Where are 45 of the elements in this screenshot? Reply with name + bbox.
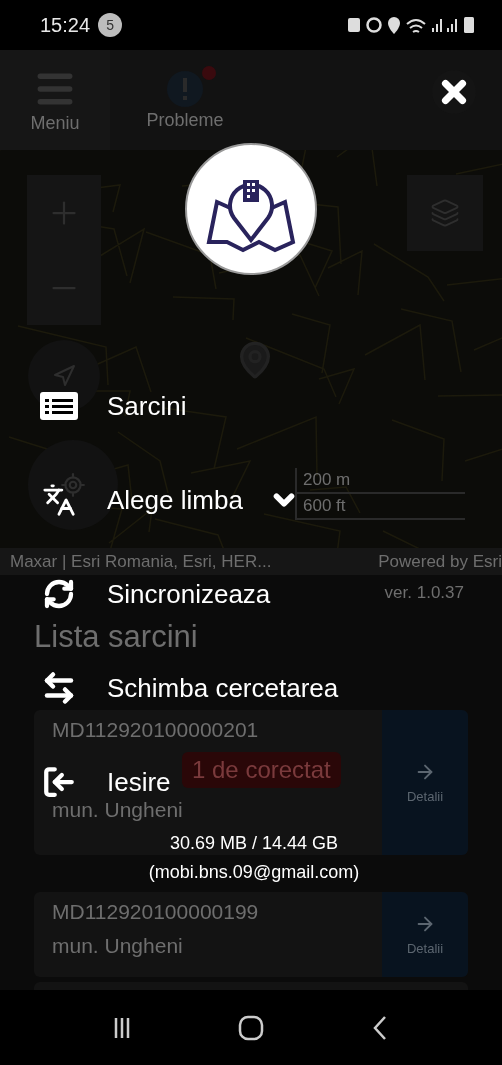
menu-tab[interactable]: Meniu	[0, 50, 110, 150]
home-icon[interactable]	[238, 1014, 264, 1041]
alarm-icon	[366, 17, 382, 33]
menu-item[interactable]: Alege limba	[38, 483, 243, 517]
task-address: mun. Ungheni	[52, 934, 183, 958]
signal-icon	[432, 18, 458, 32]
version-text: ver. 1.0.37	[384, 583, 464, 604]
details-button[interactable]: Detalii	[382, 892, 468, 977]
menu-item[interactable]: Sincronizeaza	[38, 578, 271, 610]
alert-icon	[166, 69, 204, 108]
compass-icon[interactable]	[52, 364, 76, 388]
details-button[interactable]: Detalii	[382, 710, 468, 855]
scale-imperial: 600 ft	[302, 495, 347, 517]
list-title: Lista sarcini	[34, 619, 199, 655]
problems-tab[interactable]: Probleme	[110, 50, 260, 150]
problems-label: Probleme	[146, 109, 224, 131]
sync-icon	[43, 578, 75, 610]
battery-icon	[464, 17, 474, 33]
task-code: MD112920100000199	[52, 900, 259, 924]
account-email: (mobi.bns.09@gmail.com)	[148, 862, 360, 883]
exit-icon	[42, 765, 76, 799]
translate-icon	[42, 483, 76, 517]
menu-label: Meniu	[30, 112, 80, 134]
scale-metric: 200 m	[297, 468, 465, 494]
notification-dot	[202, 65, 216, 80]
layers-icon[interactable]	[430, 198, 460, 228]
menu-item[interactable]: Schimba cercetarea	[38, 670, 339, 706]
menu-item[interactable]: Iesire	[38, 765, 171, 799]
task-code: MD112920100000201	[52, 718, 259, 742]
notification-count: 5	[98, 13, 123, 37]
task-address: mun. Ungheni	[52, 798, 183, 822]
card-icon	[348, 18, 360, 32]
menu-item[interactable]: Sarcini	[38, 390, 187, 422]
map-attribution: Maxar | Esri Romania, Esri, HER...	[10, 551, 272, 572]
storage-usage: 30.69 MB / 14.44 GB	[169, 833, 339, 854]
task-card[interactable]: MD112920100000199 mun. Ungheni Detalii	[34, 892, 468, 977]
location-icon	[388, 16, 400, 34]
recent-apps-icon[interactable]	[114, 1015, 130, 1040]
status-badge: 1 de corectat	[182, 752, 341, 788]
locate-icon[interactable]	[60, 472, 86, 498]
list-icon	[39, 391, 79, 421]
powered-by: Powered by Esri	[378, 551, 502, 572]
status-time: 15:24	[40, 13, 91, 37]
back-icon[interactable]	[372, 1014, 388, 1041]
wifi-icon	[406, 17, 426, 33]
